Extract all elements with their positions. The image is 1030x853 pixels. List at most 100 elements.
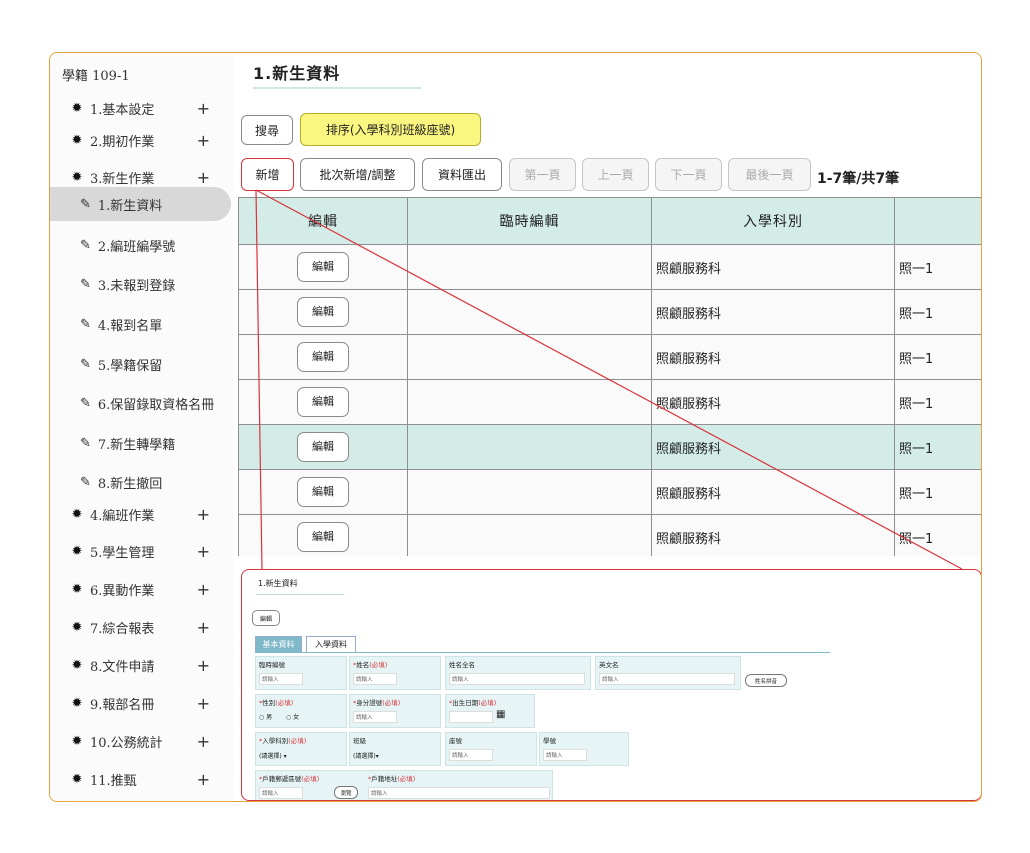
sort-button[interactable]: 排序(入學科別班級座號) — [300, 113, 481, 146]
expand-icon[interactable]: + — [197, 168, 210, 187]
id-number-input[interactable]: 請輸入 — [353, 711, 397, 723]
expand-icon[interactable]: + — [197, 505, 210, 524]
temp-edit-cell — [407, 424, 652, 470]
browse-button[interactable]: 瀏覽 — [334, 786, 358, 799]
calendar-icon[interactable]: ▦ — [496, 709, 505, 720]
row-edit-button[interactable]: 編輯 — [297, 252, 349, 282]
address-input[interactable]: 請輸入 — [368, 787, 550, 799]
sidebar-item-reports[interactable]: ✹ 7.綜合報表 + — [50, 612, 234, 642]
table-row: 編輯 照顧服務科 照一1 — [238, 514, 981, 556]
gear-icon: ✹ — [71, 169, 83, 185]
field-label: *入學科別(必填) — [259, 737, 307, 745]
birthday-input[interactable] — [449, 711, 493, 723]
sidebar-subitem-reported-list[interactable]: ✎ 4.報到名單 — [50, 307, 234, 341]
table-row: 編輯 照顧服務科 照一1 — [238, 334, 981, 380]
field-household-zip: *戶籍郵遞區號(必填) 請輸入 瀏覽 *戶籍地址(必填) 請輸入 — [255, 770, 553, 800]
prev-page-button[interactable]: 上一頁 — [582, 158, 649, 191]
sidebar-item-label: 8.文件申請 — [90, 659, 155, 675]
sidebar-subitem-freshman-data[interactable]: ✎ 1.新生資料 — [50, 187, 231, 221]
sidebar-item-class-ops[interactable]: ✹ 4.編班作業 + — [50, 499, 234, 529]
column-header-department[interactable]: 入學科別 — [651, 197, 895, 245]
sidebar-item-student-mgmt[interactable]: ✹ 5.學生管理 + — [50, 536, 234, 566]
expand-icon[interactable]: + — [197, 770, 210, 789]
expand-icon[interactable]: + — [197, 656, 210, 675]
expand-icon[interactable]: + — [197, 618, 210, 637]
sidebar-item-ministry-roster[interactable]: ✹ 9.報部名冊 + — [50, 688, 234, 718]
seat-no-input[interactable]: 請輸入 — [449, 749, 493, 761]
table-header-row: 編輯 臨時編輯 入學科別 班級 — [238, 197, 981, 245]
tab-underline — [255, 652, 830, 653]
sidebar-item-change-ops[interactable]: ✹ 6.異動作業 + — [50, 574, 234, 604]
preview-edit-button[interactable]: 編輯 — [252, 610, 280, 626]
table-row: 編輯 照顧服務科 照一1 — [238, 424, 981, 470]
export-button[interactable]: 資料匯出 — [422, 158, 502, 191]
name-input[interactable]: 請輸入 — [353, 673, 397, 685]
field-seat-no: 座號 請輸入 — [445, 732, 537, 766]
column-header-temp-edit[interactable]: 臨時編輯 — [407, 197, 652, 245]
first-page-button[interactable]: 第一頁 — [509, 158, 576, 191]
row-edit-button[interactable]: 編輯 — [297, 297, 349, 327]
field-english-name: 英文名 請輸入 — [595, 656, 741, 690]
student-no-input[interactable]: 請輸入 — [543, 749, 587, 761]
department-cell: 照顧服務科 — [651, 424, 895, 470]
sidebar-subitem-label: 1.新生資料 — [97, 198, 163, 214]
full-name-input[interactable]: 請輸入 — [449, 673, 585, 685]
field-gender: *性別(必填) ○ 男 ○ 女 — [255, 694, 347, 728]
search-button[interactable]: 搜尋 — [241, 115, 293, 145]
row-edit-button[interactable]: 編輯 — [297, 342, 349, 372]
gender-female-radio[interactable]: ○ 女 — [286, 712, 299, 721]
column-header-class[interactable]: 班級 — [894, 197, 981, 245]
department-cell: 照顧服務科 — [651, 514, 895, 556]
row-edit-button[interactable]: 編輯 — [297, 387, 349, 417]
row-edit-button[interactable]: 編輯 — [297, 522, 349, 552]
sidebar-subitem-class-numbering[interactable]: ✎ 2.編班編學號 — [50, 228, 234, 262]
english-name-input[interactable]: 請輸入 — [599, 673, 735, 685]
edit-cell: 編輯 — [238, 514, 408, 556]
sidebar-item-label: 2.期初作業 — [90, 134, 155, 150]
department-select[interactable]: (請選擇) ▾ — [259, 751, 287, 760]
name-pinyin-button[interactable]: 姓名拼音 — [745, 674, 787, 687]
tab-admission-info[interactable]: 入學資料 — [306, 636, 356, 652]
expand-icon[interactable]: + — [197, 542, 210, 561]
class-select[interactable]: (請選擇)▾ — [353, 751, 379, 760]
sidebar-item-basic-settings[interactable]: ✹ 1.基本設定 + — [50, 93, 234, 123]
batch-add-button[interactable]: 批次新增/調整 — [300, 158, 415, 191]
expand-icon[interactable]: + — [197, 131, 210, 150]
gear-icon: ✹ — [71, 657, 83, 673]
gear-icon: ✹ — [71, 733, 83, 749]
tab-basic-info[interactable]: 基本資料 — [255, 636, 302, 652]
expand-icon[interactable]: + — [197, 580, 210, 599]
department-cell: 照顧服務科 — [651, 379, 895, 425]
column-header-edit[interactable]: 編輯 — [238, 197, 408, 245]
sidebar-item-documents[interactable]: ✹ 8.文件申請 + — [50, 650, 234, 680]
title-underline — [253, 87, 421, 89]
sidebar-subitem-label: 2.編班編學號 — [97, 239, 176, 255]
edit-cell: 編輯 — [238, 244, 408, 290]
row-edit-button[interactable]: 編輯 — [297, 432, 349, 462]
sidebar-item-statistics[interactable]: ✹ 10.公務統計 + — [50, 726, 234, 756]
sidebar-item-label: 10.公務統計 — [90, 735, 163, 751]
sidebar-item-initial-ops[interactable]: ✹ 2.期初作業 + — [50, 125, 234, 155]
field-label: 班級 — [353, 737, 366, 745]
sidebar-item-recommendation[interactable]: ✹ 11.推甄 + — [50, 764, 234, 794]
field-id-number: *身分證號(必填) 請輸入 — [349, 694, 441, 728]
field-label: 學號 — [543, 737, 556, 745]
sidebar-subitem-enrollment-hold[interactable]: ✎ 5.學籍保留 — [50, 347, 234, 381]
gender-male-radio[interactable]: ○ 男 — [259, 712, 272, 721]
gear-icon: ✹ — [71, 100, 83, 116]
edit-cell: 編輯 — [238, 424, 408, 470]
sidebar-subitem-admission-hold-roster[interactable]: ✎ 6.保留錄取資格名冊 — [50, 386, 234, 420]
next-page-button[interactable]: 下一頁 — [655, 158, 722, 191]
field-label: *身分證號(必填) — [353, 699, 401, 707]
sidebar-subitem-transfer[interactable]: ✎ 7.新生轉學籍 — [50, 426, 234, 460]
sidebar-subitem-withdraw[interactable]: ✎ 8.新生撤回 — [50, 465, 234, 499]
last-page-button[interactable]: 最後一頁 — [728, 158, 811, 191]
zip-input[interactable]: 請輸入 — [259, 787, 303, 799]
row-edit-button[interactable]: 編輯 — [297, 477, 349, 507]
add-button[interactable]: 新增 — [241, 158, 294, 191]
sidebar-subitem-unreported[interactable]: ✎ 3.未報到登錄 — [50, 267, 234, 301]
expand-icon[interactable]: + — [197, 99, 210, 118]
expand-icon[interactable]: + — [197, 732, 210, 751]
expand-icon[interactable]: + — [197, 694, 210, 713]
temp-no-input[interactable]: 請輸入 — [259, 673, 303, 685]
